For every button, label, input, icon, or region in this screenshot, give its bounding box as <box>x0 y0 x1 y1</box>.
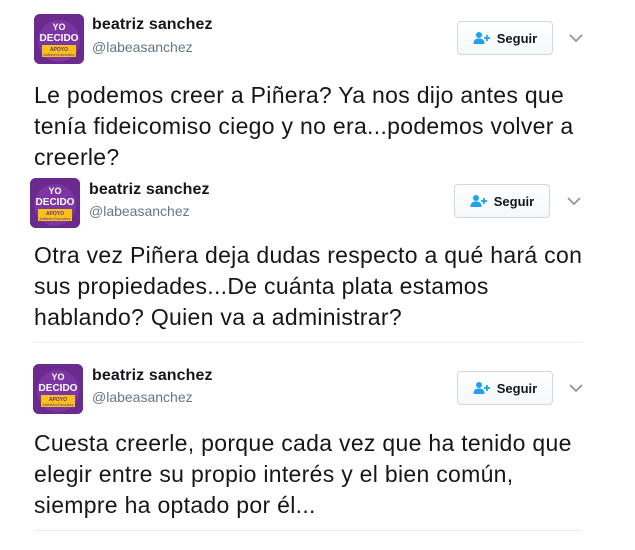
avatar-logo: YO DECIDO APOYO #albertoGonzález <box>33 364 83 414</box>
follow-button-label: Seguir <box>496 380 538 396</box>
chevron-down-icon[interactable] <box>568 383 584 393</box>
tweet: YO DECIDO APOYO #albertoGonzález beatriz… <box>0 346 635 550</box>
avatar[interactable]: YO DECIDO APOYO #albertoGonzález <box>34 14 84 64</box>
author-name[interactable]: beatriz sanchez <box>89 181 210 199</box>
avatar-logo: YO DECIDO APOYO #albertoGonzález <box>34 14 84 64</box>
avatar-yo: YO <box>52 22 65 32</box>
avatar-yo: YO <box>51 372 64 382</box>
avatar-decido: DECIDO <box>40 33 79 44</box>
author-handle[interactable]: @labeasanchez <box>89 203 190 219</box>
person-plus-icon <box>473 382 490 394</box>
avatar[interactable]: YO DECIDO APOYO #albertoGonzález <box>30 178 80 228</box>
follow-button[interactable]: Seguir <box>457 371 553 405</box>
avatar[interactable]: YO DECIDO APOYO #albertoGonzález <box>33 364 83 414</box>
tweet: YO DECIDO APOYO #albertoGonzález beatriz… <box>0 0 635 178</box>
follow-button-label: Seguir <box>496 30 538 46</box>
follow-button[interactable]: Seguir <box>457 21 553 55</box>
avatar-decido: DECIDO <box>39 383 78 394</box>
avatar-hashtag: #albertoGonzález <box>42 402 73 407</box>
avatar-decido: DECIDO <box>36 197 75 208</box>
tweet-text: Otra vez Piñera deja dudas respecto a qu… <box>34 242 583 330</box>
avatar-yo: YO <box>48 186 61 196</box>
chevron-down-icon[interactable] <box>568 33 584 43</box>
avatar-logo: YO DECIDO APOYO #albertoGonzález <box>30 178 80 228</box>
author-name[interactable]: beatriz sanchez <box>92 16 213 34</box>
chevron-down-icon[interactable] <box>566 196 582 206</box>
tweet-text: Cuesta creerle, porque cada vez que ha t… <box>34 430 572 518</box>
person-plus-icon <box>473 32 490 44</box>
follow-button[interactable]: Seguir <box>454 184 550 218</box>
author-name[interactable]: beatriz sanchez <box>92 367 213 385</box>
person-plus-icon <box>470 195 487 207</box>
divider <box>34 530 582 531</box>
tweet: YO DECIDO APOYO #albertoGonzález beatriz… <box>0 178 635 346</box>
avatar-hashtag: #albertoGonzález <box>43 52 74 57</box>
avatar-hashtag: #albertoGonzález <box>39 216 70 221</box>
author-handle[interactable]: @labeasanchez <box>92 39 193 55</box>
follow-button-label: Seguir <box>493 193 535 209</box>
tweet-text: Le podemos creer a Piñera? Ya nos dijo a… <box>34 82 574 170</box>
author-handle[interactable]: @labeasanchez <box>92 389 193 405</box>
divider <box>34 342 582 343</box>
